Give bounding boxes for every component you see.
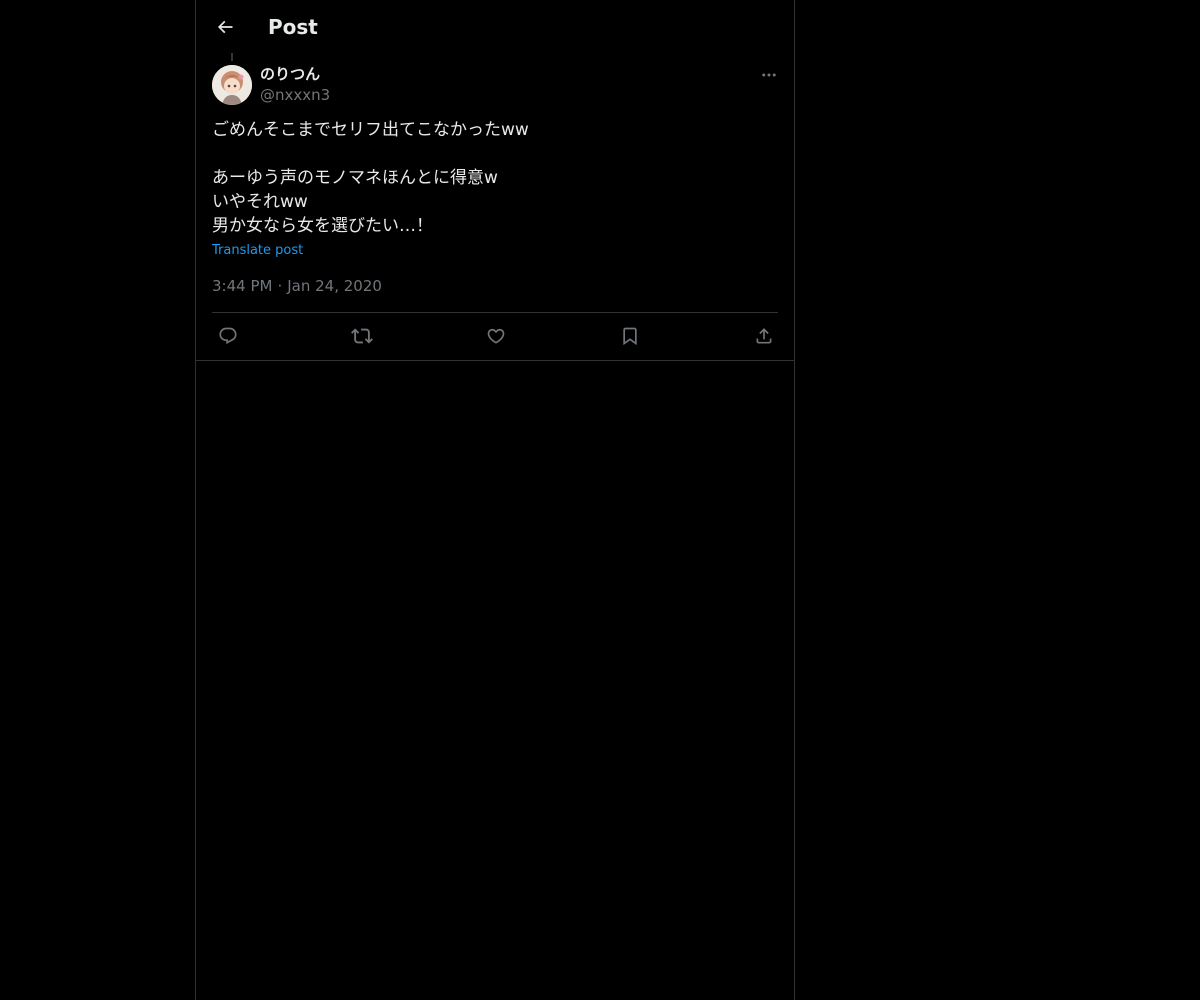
repost-icon <box>351 328 373 344</box>
post-date[interactable]: Jan 24, 2020 <box>287 277 382 295</box>
post-header: Post <box>196 0 794 53</box>
post-time[interactable]: 3:44 PM <box>212 277 272 295</box>
post-text-line <box>212 142 778 166</box>
post-text: ごめんそこまでセリフ出てこなかったww あーゆう声のモノマネほんとに得意w いや… <box>212 118 778 238</box>
post-text-line: ごめんそこまでセリフ出てこなかったww <box>212 120 529 140</box>
bookmark-button[interactable] <box>618 324 642 348</box>
meta-separator: · <box>277 277 283 295</box>
share-icon <box>756 328 772 344</box>
post-text-line: 男か女なら女を選びたい…！ <box>212 216 433 236</box>
bookmark-icon <box>623 327 637 346</box>
more-horizontal-icon <box>762 73 776 77</box>
post-column: Post のりつん @nxxxn3 ごめんそこまでセリフ出てこなかったww あー… <box>195 0 795 1000</box>
page-title: Post <box>268 15 318 39</box>
translate-post-link[interactable]: Translate post <box>212 241 303 261</box>
reply-button[interactable] <box>216 324 240 348</box>
like-button[interactable] <box>484 324 508 348</box>
share-button[interactable] <box>752 324 776 348</box>
thread-connector-line <box>231 53 233 61</box>
reply-icon <box>219 327 237 345</box>
heart-icon <box>487 328 505 344</box>
avatar[interactable] <box>212 65 252 105</box>
divider <box>212 312 778 313</box>
post-text-line: いやそれww <box>212 192 308 212</box>
back-button[interactable] <box>208 10 242 44</box>
post-text-line: あーゆう声のモノマネほんとに得意w <box>212 168 498 188</box>
repost-button[interactable] <box>350 324 374 348</box>
author-handle[interactable]: @nxxxn3 <box>260 85 330 105</box>
post-timestamp: 3:44 PM · Jan 24, 2020 <box>212 276 382 296</box>
author-display-name[interactable]: のりつん <box>260 64 320 84</box>
more-options-button[interactable] <box>758 64 780 86</box>
avatar-illustration <box>212 65 252 105</box>
arrow-left-icon <box>217 20 233 34</box>
divider <box>196 360 794 361</box>
